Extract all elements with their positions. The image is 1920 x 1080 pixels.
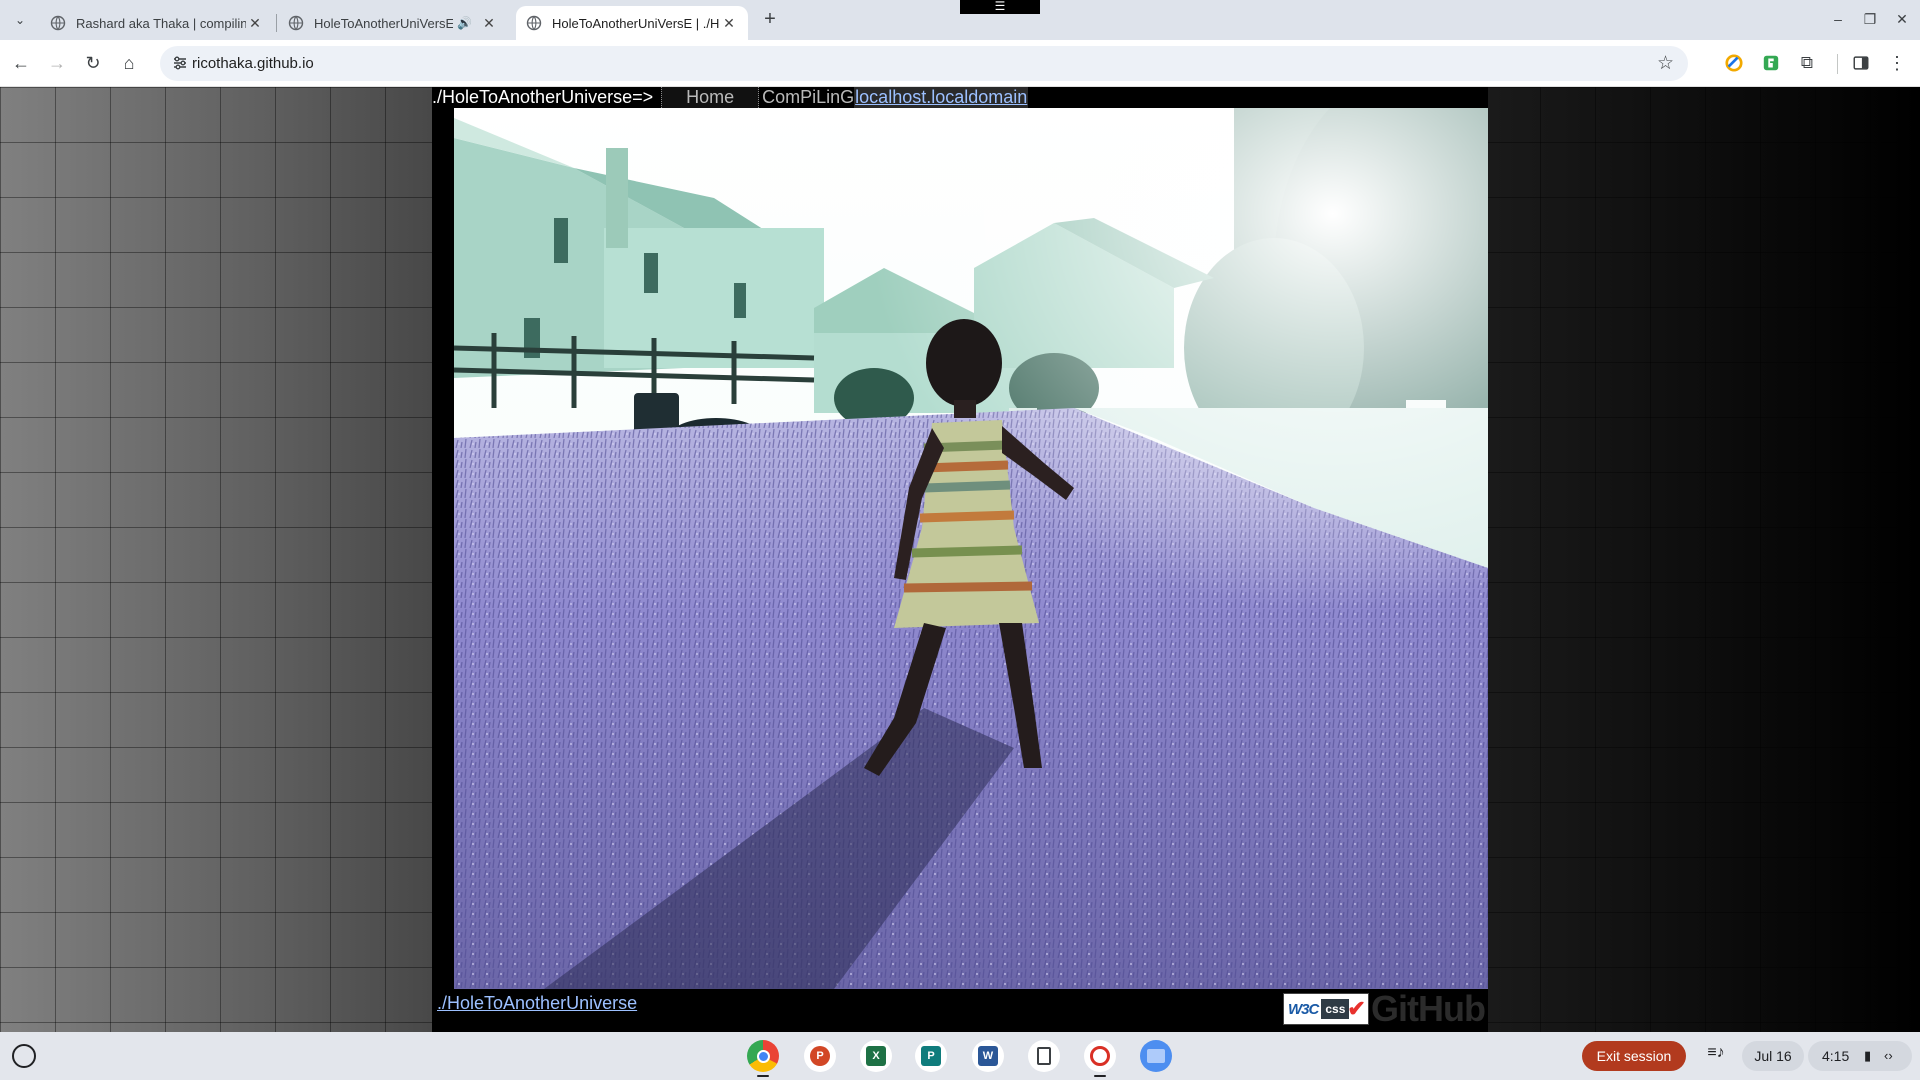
browser-toolbar: ← → ↻ ⌂ ricothaka.github.io ☆ ⧉ ⋮ bbox=[0, 40, 1920, 87]
forward-arrow-icon[interactable]: → bbox=[44, 50, 70, 76]
footer-home-link[interactable]: ./HoleToAnotherUniverse bbox=[437, 993, 637, 1014]
excel-app-icon[interactable]: X bbox=[860, 1040, 892, 1072]
battery-icon: ▮ bbox=[1864, 1048, 1872, 1063]
nav-link-compiling[interactable]: ComPiLinG bbox=[759, 87, 854, 108]
toolbar-separator bbox=[1837, 54, 1838, 74]
speaker-icon[interactable]: 🔊 bbox=[457, 16, 472, 30]
globe-icon bbox=[50, 15, 66, 31]
hero-photo-girl-on-lawn bbox=[454, 108, 1488, 989]
site-nav: ./HoleToAnotherUniverse=> Home ComPiLinG… bbox=[432, 87, 1029, 108]
powerpoint-app-icon[interactable]: P bbox=[804, 1040, 836, 1072]
extension-green-icon[interactable] bbox=[1760, 52, 1782, 74]
os-shelf: P X P W Exit session ≡♪ Jul 16 4:15 ▮ ‹› bbox=[0, 1032, 1920, 1080]
tab-rashard[interactable]: Rashard aka Thaka | compiling ✕ bbox=[40, 6, 274, 40]
tab-close-icon[interactable]: ✕ bbox=[720, 15, 738, 32]
bookmark-star-icon[interactable]: ☆ bbox=[1657, 52, 1674, 75]
files-app-icon[interactable] bbox=[1140, 1040, 1172, 1072]
menu-kebab-icon[interactable]: ⋮ bbox=[1886, 52, 1908, 74]
reload-icon[interactable]: ↻ bbox=[80, 50, 106, 76]
date-pill[interactable]: Jul 16 bbox=[1742, 1041, 1804, 1071]
tab-title: Rashard aka Thaka | compiling bbox=[76, 15, 246, 31]
new-tab-plus-icon[interactable]: + bbox=[758, 8, 782, 32]
address-bar[interactable]: ricothaka.github.io ☆ bbox=[160, 46, 1688, 81]
web-page: ./HoleToAnotherUniverse=> Home ComPiLinG… bbox=[0, 87, 1920, 1032]
github-logo-text[interactable]: GitHub bbox=[1371, 988, 1486, 1030]
docs-app-icon[interactable] bbox=[1028, 1040, 1060, 1072]
tab-close-icon[interactable]: ✕ bbox=[480, 15, 498, 32]
window-drag-handle-icon[interactable]: ☰ bbox=[960, 0, 1040, 14]
tab-strip: ⌄ Rashard aka Thaka | compiling ✕ HoleTo… bbox=[0, 0, 1920, 40]
running-indicator bbox=[757, 1075, 769, 1077]
media-controls-icon[interactable]: ≡♪ bbox=[1704, 1044, 1728, 1068]
exit-session-button[interactable]: Exit session bbox=[1582, 1041, 1686, 1071]
restore-icon[interactable]: ❐ bbox=[1858, 8, 1882, 32]
content-column: ./HoleToAnotherUniverse=> Home ComPiLinG… bbox=[432, 87, 1488, 1032]
close-window-icon[interactable]: ✕ bbox=[1890, 8, 1914, 32]
tab-holetoanotheruniverse-audio[interactable]: HoleToAnotherUniVersE | ./ 🔊 ✕ bbox=[278, 6, 508, 40]
clock-time: 4:15 bbox=[1822, 1048, 1850, 1064]
extension-color-icon[interactable] bbox=[1723, 52, 1745, 74]
nav-link-localhost[interactable]: localhost.localdomain bbox=[854, 87, 1029, 108]
w3c-css-badge[interactable]: W3C css ✔ bbox=[1283, 993, 1370, 1025]
checkmark-icon: ✔ bbox=[1347, 996, 1366, 1021]
back-arrow-icon[interactable]: ← bbox=[8, 50, 34, 76]
timer-app-icon[interactable] bbox=[1084, 1040, 1116, 1077]
tab-title: HoleToAnotherUniVersE | ./Hol bbox=[552, 15, 720, 31]
site-title: ./HoleToAnotherUniverse=> bbox=[432, 87, 654, 107]
tab-close-icon[interactable]: ✕ bbox=[246, 15, 264, 32]
footer-badges: W3C css ✔ GitHub bbox=[1283, 988, 1486, 1029]
w3c-logo-text: W3C bbox=[1288, 1000, 1319, 1018]
running-indicator bbox=[1094, 1075, 1106, 1077]
globe-icon bbox=[526, 15, 542, 31]
globe-icon bbox=[288, 15, 304, 31]
extensions-puzzle-icon[interactable]: ⧉ bbox=[1796, 52, 1818, 74]
site-info-icon[interactable] bbox=[172, 55, 188, 71]
nav-link-home[interactable]: Home bbox=[661, 87, 760, 108]
css-label: css bbox=[1321, 999, 1350, 1019]
url-text: ricothaka.github.io bbox=[192, 55, 314, 72]
tab-holetoanotheruniverse-active[interactable]: HoleToAnotherUniVersE | ./Hol ✕ bbox=[516, 6, 748, 40]
minimize-icon[interactable]: – bbox=[1826, 8, 1850, 32]
publisher-app-icon[interactable]: P bbox=[915, 1040, 947, 1072]
tab-title: HoleToAnotherUniVersE | ./ bbox=[314, 15, 454, 31]
tab-search-chevron-icon[interactable]: ⌄ bbox=[8, 8, 32, 32]
chrome-app-icon[interactable] bbox=[747, 1040, 779, 1077]
side-panel-icon[interactable] bbox=[1850, 52, 1872, 74]
network-icon: ‹› bbox=[1884, 1048, 1893, 1063]
word-app-icon[interactable]: W bbox=[972, 1040, 1004, 1072]
tab-separator bbox=[276, 14, 277, 32]
status-area[interactable]: 4:15 ▮ ‹› bbox=[1808, 1041, 1912, 1071]
launcher-circle-icon[interactable] bbox=[12, 1044, 36, 1068]
home-icon[interactable]: ⌂ bbox=[116, 50, 142, 76]
